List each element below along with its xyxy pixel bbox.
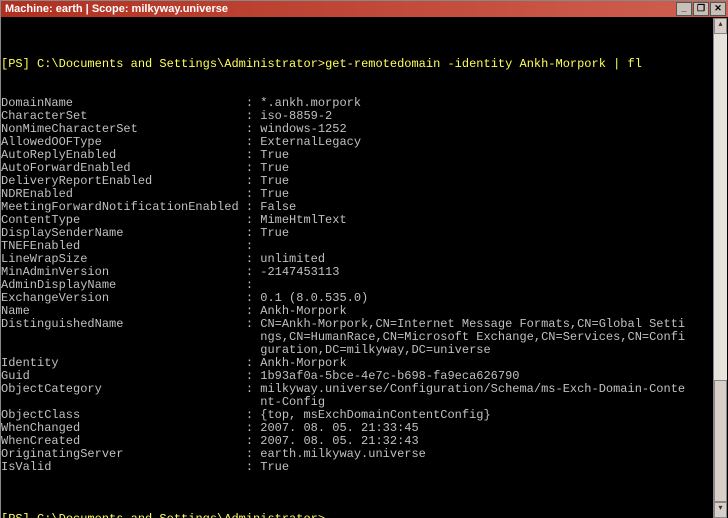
close-button[interactable]: ✕ [710, 2, 726, 16]
minimize-button[interactable]: _ [676, 2, 692, 16]
scroll-track[interactable] [714, 34, 727, 502]
console-line: IsValid : True [1, 461, 724, 474]
command-text: get-remotedomain -identity Ankh-Morpork … [325, 57, 642, 71]
window-controls: _ ❐ ✕ [676, 2, 726, 16]
vertical-scrollbar[interactable]: ▴ ▾ [713, 18, 727, 518]
prompt-path: C:\Documents and Settings\Administrator> [30, 57, 325, 71]
prompt-tag: [PS] [1, 512, 30, 518]
console-area[interactable]: ▴ ▾ [PS] C:\Documents and Settings\Admin… [1, 17, 728, 518]
prompt-tag: [PS] [1, 57, 30, 71]
prompt-path: C:\Documents and Settings\Administrator> [30, 512, 325, 518]
console-line [1, 474, 724, 487]
console-prompt[interactable]: [PS] C:\Documents and Settings\Administr… [1, 513, 724, 518]
console-line [1, 487, 724, 500]
console-line: [PS] C:\Documents and Settings\Administr… [1, 58, 724, 71]
maximize-button[interactable]: ❐ [693, 2, 709, 16]
scroll-down-button[interactable]: ▾ [714, 502, 727, 518]
console-line [1, 71, 724, 84]
titlebar: Machine: earth | Scope: milkyway.univers… [1, 1, 728, 17]
terminal-window: Machine: earth | Scope: milkyway.univers… [0, 0, 728, 518]
scroll-thumb[interactable] [714, 380, 727, 502]
scroll-up-button[interactable]: ▴ [714, 18, 727, 34]
window-title: Machine: earth | Scope: milkyway.univers… [5, 3, 228, 15]
